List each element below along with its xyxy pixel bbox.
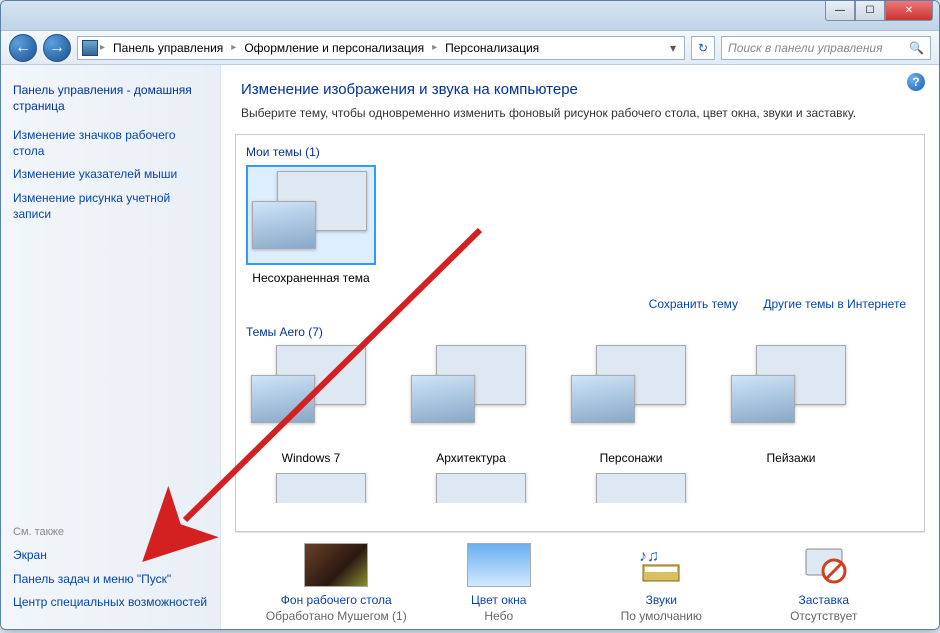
theme-caption: Персонажи [566,445,696,465]
theme-window-preview [252,201,316,249]
chevron-right-icon: ▸ [432,42,437,53]
setting-value: Отсутствует [744,607,904,623]
breadcrumb-item[interactable]: Панель управления [107,39,229,57]
titlebar: — ☐ ✕ [1,1,939,31]
refresh-button[interactable]: ↻ [691,36,715,60]
window-buttons: — ☐ ✕ [825,1,933,21]
theme-item-partial[interactable] [406,473,536,503]
sidebar-link-mouse-pointers[interactable]: Изменение указателей мыши [13,163,208,187]
sidebar-link-display[interactable]: Экран [13,544,208,568]
window-color-button[interactable]: Цвет окна Небо [419,543,579,623]
desktop-bg-thumb [304,543,368,587]
setting-value: Обработано Мушегом (1) [256,607,416,623]
search-icon: 🔍 [909,41,924,55]
sounds-button[interactable]: ♪♫ Звуки По умолчанию [581,543,741,623]
theme-item-landscapes[interactable]: Пейзажи [726,345,856,465]
screensaver-button[interactable]: Заставка Отсутствует [744,543,904,623]
main-header: Изменение изображения и звука на компьют… [221,65,939,128]
online-themes-link[interactable]: Другие темы в Интернете [763,297,906,311]
theme-item-partial[interactable] [246,473,376,503]
window-color-thumb [467,543,531,587]
forward-button[interactable]: → [43,34,71,62]
page-title: Изменение изображения и звука на компьют… [241,81,919,98]
sidebar-link-desktop-icons[interactable]: Изменение значков рабочего стола [13,124,208,163]
help-icon[interactable]: ? [907,73,925,91]
sidebar-link-account-picture[interactable]: Изменение рисунка учетной записи [13,187,208,226]
svg-text:♪♫: ♪♫ [639,548,659,565]
computer-icon [82,40,98,56]
breadcrumb-dropdown-icon[interactable]: ▾ [666,41,680,55]
setting-value: Небо [419,607,579,623]
sidebar-link-taskbar-start[interactable]: Панель задач и меню "Пуск" [13,568,208,592]
setting-label: Цвет окна [419,593,579,607]
theme-caption: Несохраненная тема [246,265,376,285]
sounds-icon: ♪♫ [629,543,693,587]
breadcrumb[interactable]: ▸ Панель управления ▸ Оформление и персо… [77,36,685,60]
search-input[interactable]: Поиск в панели управления 🔍 [721,36,931,60]
theme-caption: Пейзажи [726,445,856,465]
search-placeholder: Поиск в панели управления [728,41,883,55]
explorer-window: — ☐ ✕ ← → ▸ Панель управления ▸ Оформлен… [0,0,940,630]
save-theme-link[interactable]: Сохранить тему [649,297,738,311]
setting-label: Звуки [581,593,741,607]
aero-themes-label: Темы Aero (7) [246,321,914,345]
maximize-button[interactable]: ☐ [855,1,885,21]
close-button[interactable]: ✕ [885,1,933,21]
page-subtitle: Выберите тему, чтобы одновременно измени… [241,106,919,120]
minimize-button[interactable]: — [825,1,855,21]
setting-label: Фон рабочего стола [256,593,416,607]
my-themes-row: Несохраненная тема [246,165,914,293]
address-bar: ← → ▸ Панель управления ▸ Оформление и п… [1,31,939,65]
main-content: ? Изменение изображения и звука на компь… [221,65,939,629]
theme-caption: Windows 7 [246,445,376,465]
theme-caption: Архитектура [406,445,536,465]
theme-window-preview [411,375,475,423]
desktop-background-button[interactable]: Фон рабочего стола Обработано Мушегом (1… [256,543,416,623]
refresh-icon: ↻ [698,41,708,55]
see-also-header: См. также [13,520,208,544]
aero-themes-row: Windows 7 Архитектура [246,345,914,473]
sidebar-home-link[interactable]: Панель управления - домашняя страница [13,79,208,124]
screensaver-icon [792,543,856,587]
theme-window-preview [731,375,795,423]
back-button[interactable]: ← [9,34,37,62]
theme-window-preview [251,375,315,423]
bottom-settings-bar: Фон рабочего стола Обработано Мушегом (1… [235,532,925,629]
body: Панель управления - домашняя страница Из… [1,65,939,629]
my-themes-label: Мои темы (1) [246,141,914,165]
breadcrumb-item[interactable]: Оформление и персонализация [238,39,430,57]
theme-item-architecture[interactable]: Архитектура [406,345,536,465]
sidebar: Панель управления - домашняя страница Из… [1,65,221,629]
theme-item-characters[interactable]: Персонажи [566,345,696,465]
theme-actions: Сохранить тему Другие темы в Интернете [246,293,914,321]
theme-window-preview [571,375,635,423]
theme-item-windows7[interactable]: Windows 7 [246,345,376,465]
breadcrumb-item[interactable]: Персонализация [439,39,545,57]
setting-value: По умолчанию [581,607,741,623]
theme-item-unsaved[interactable]: Несохраненная тема [246,165,376,285]
sidebar-link-ease-of-access[interactable]: Центр специальных возможностей [13,591,208,615]
chevron-right-icon: ▸ [231,42,236,53]
theme-item-partial[interactable] [566,473,696,503]
aero-themes-row-2 [246,473,914,503]
chevron-right-icon: ▸ [100,42,105,53]
setting-label: Заставка [744,593,904,607]
themes-scroll-area[interactable]: Мои темы (1) Несохраненная тема Сохранит… [235,134,925,532]
